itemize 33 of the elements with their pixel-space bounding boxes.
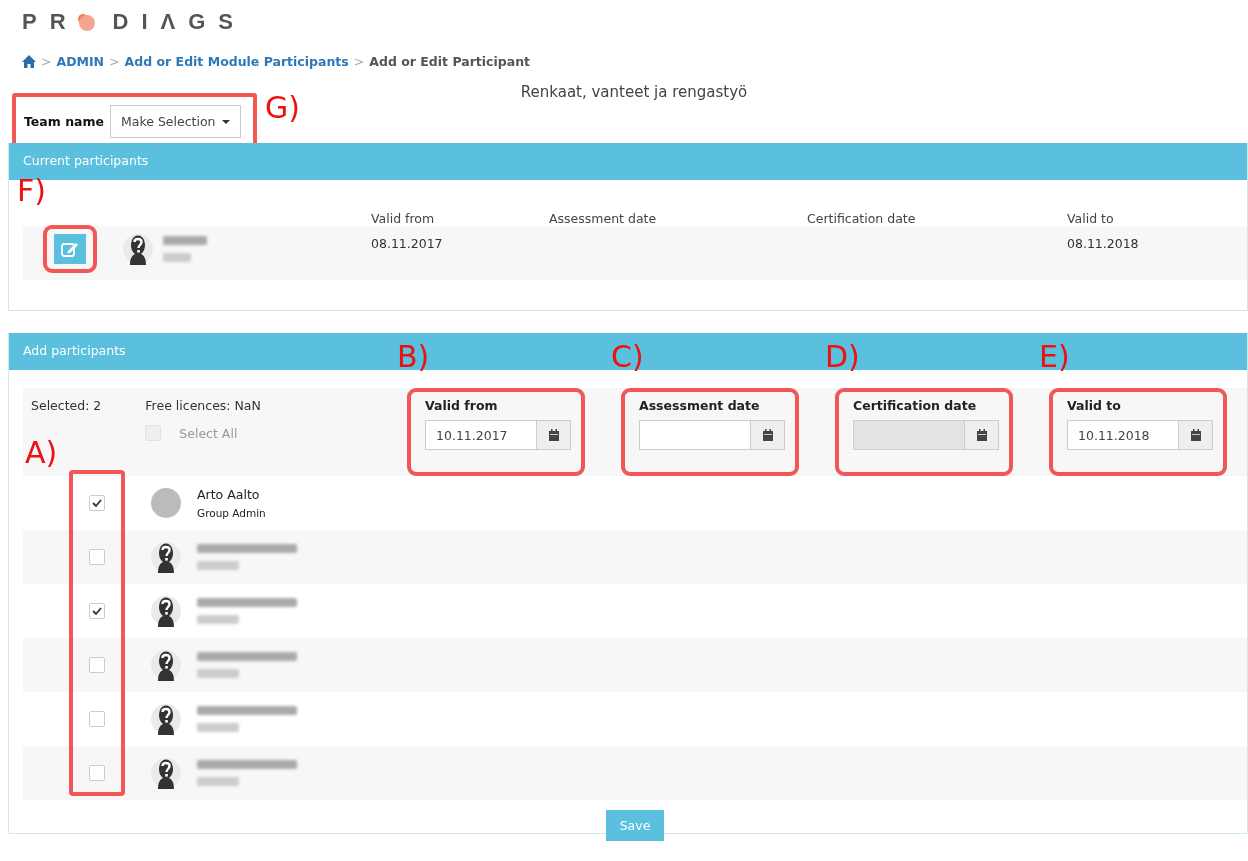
date-field[interactable]: 10.11.2018: [1067, 420, 1178, 450]
module-title: Renkaat, vanteet ja rengastyö: [519, 82, 749, 101]
table-cell-text: 08.11.2017: [371, 235, 444, 251]
logo-text: PR: [22, 9, 79, 35]
date-field-label: Valid to: [1067, 398, 1122, 415]
date-field-label: Assessment date: [639, 398, 761, 415]
column-header: Valid from: [371, 211, 436, 226]
participant-name: Arto Aalto: [197, 487, 261, 502]
annotation-label: B): [397, 342, 430, 372]
column-header: Valid to: [1067, 211, 1115, 226]
annotation-label: E): [1039, 342, 1070, 372]
breadcrumb-current: Add or Edit Participant: [369, 54, 531, 69]
breadcrumb-link[interactable]: ADMIN: [56, 54, 105, 69]
annotation-label: C): [611, 342, 644, 372]
annotation-label: A): [25, 438, 58, 468]
breadcrumb-link[interactable]: Add or Edit Module Participants: [124, 54, 349, 69]
column-header: Assessment date: [549, 211, 658, 226]
logo-text: DIΛGS: [112, 9, 247, 35]
team-name-label: Team name: [24, 114, 104, 129]
breadcrumb-separator: >: [353, 54, 365, 69]
participant-role: Group Admin: [197, 506, 266, 519]
breadcrumb-separator: >: [109, 54, 120, 69]
column-header: Certification date: [807, 211, 917, 226]
date-field[interactable]: 10.11.2017: [425, 420, 536, 450]
free-licences: Free licences: NaN: [145, 398, 261, 413]
annotation-label: D): [825, 342, 860, 372]
team-select[interactable]: Make Selection: [110, 105, 241, 138]
breadcrumb-separator: >: [41, 54, 52, 69]
annotation-label: G): [265, 93, 300, 123]
selected-count: Selected: 2: [31, 398, 102, 413]
date-field-label: Certification date: [853, 398, 978, 415]
date-field-label: Valid from: [425, 398, 499, 415]
table-cell-text: 08.11.2018: [1067, 235, 1140, 251]
